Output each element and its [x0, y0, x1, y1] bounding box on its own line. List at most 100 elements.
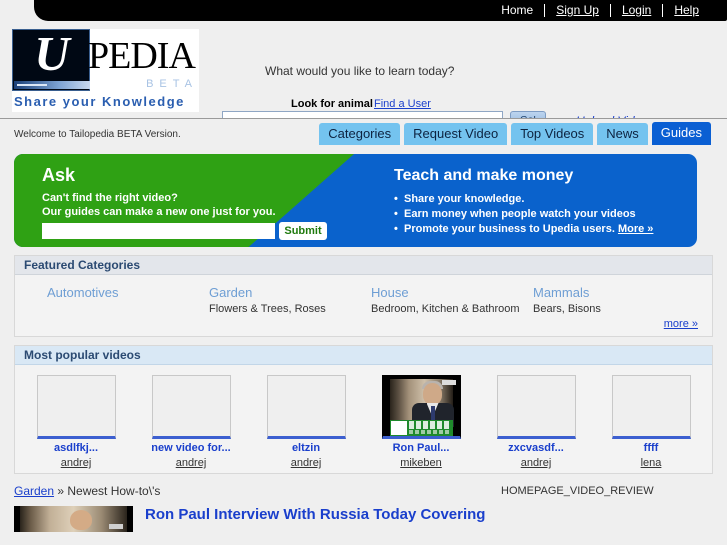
video-thumbnail[interactable] [611, 375, 691, 439]
topbar-container: Home Sign Up Login Help [0, 0, 727, 23]
video-card: Ron Paul... mikeben [371, 375, 471, 469]
featured-more-row: more » [15, 314, 712, 332]
video-title-link[interactable]: eltzin [256, 442, 356, 454]
category-link-house[interactable]: House [371, 285, 533, 300]
promo-banner: Ask Can't find the right video? Our guid… [14, 154, 713, 247]
video-thumbnail[interactable] [266, 375, 346, 439]
video-author-link[interactable]: lena [601, 457, 701, 469]
video-author-link[interactable]: andrej [141, 457, 241, 469]
video-title-link[interactable]: new video for... [141, 442, 241, 454]
featured-thumbnail-channel-bug [109, 524, 123, 529]
tab-top-videos[interactable]: Top Videos [511, 123, 594, 145]
topnav-link-home[interactable]: Home [490, 4, 546, 17]
video-card: ffff lena [601, 375, 701, 469]
featured-more-link[interactable]: more » [664, 318, 698, 330]
logo-wordmark: PEDIA [88, 35, 196, 77]
thumbnail-network-logo [390, 421, 407, 435]
topnav-link-login[interactable]: Login [611, 4, 664, 17]
site-header: U PEDIA BETA Share your Knowledge What w… [0, 23, 727, 129]
video-card: eltzin andrej [256, 375, 356, 469]
logo-player-bar-icon [14, 81, 90, 89]
tab-news[interactable]: News [597, 123, 648, 145]
topnav-link-help[interactable]: Help [663, 4, 709, 17]
logo-beta-badge: BETA [146, 78, 198, 90]
featured-thumbnail-person [70, 510, 92, 530]
tab-request-video[interactable]: Request Video [404, 123, 508, 145]
popular-videos-body: asdlfkj... andrej new video for... andre… [15, 365, 712, 473]
video-thumbnail[interactable] [151, 375, 231, 439]
category-item: Mammals Bears, Bisons [533, 285, 695, 316]
category-link-automotives[interactable]: Automotives [47, 285, 209, 300]
homepage-video-review-label: HOMEPAGE_VIDEO_REVIEW [501, 485, 654, 497]
page-content: Ask Can't find the right video? Our guid… [0, 154, 727, 532]
promo-bullet-1: Share your knowledge. [394, 192, 653, 207]
category-subs-garden: Flowers & Trees, Roses [209, 303, 326, 315]
featured-categories-heading: Featured Categories [15, 256, 712, 275]
thumbnail-ticker-line1 [408, 421, 451, 429]
video-author-link[interactable]: andrej [486, 457, 586, 469]
video-thumbnail[interactable] [36, 375, 116, 439]
popular-videos-panel: Most popular videos asdlfkj... andrej ne… [14, 345, 713, 474]
header-question: What would you like to learn today? [265, 64, 455, 78]
video-thumbnail[interactable] [381, 375, 461, 439]
video-card: zxcvasdf... andrej [486, 375, 586, 469]
featured-categories-body: Automotives Garden Flowers & Trees, Rose… [15, 275, 712, 336]
logo-letter: U [34, 29, 70, 81]
ask-question-input[interactable] [42, 223, 275, 239]
category-item: Automotives [47, 285, 209, 316]
category-link-garden[interactable]: Garden [209, 285, 371, 300]
logo-video-icon: U [12, 29, 90, 91]
promo-more-link[interactable]: More » [618, 223, 653, 235]
welcome-message: Welcome to Tailopedia BETA Version. [14, 129, 181, 140]
thumbnail-person-tie [430, 406, 435, 420]
featured-video-title-link[interactable]: Ron Paul Interview With Russia Today Cov… [145, 506, 485, 524]
video-title-link[interactable]: Ron Paul... [371, 442, 471, 454]
promo-teach-title: Teach and make money [394, 167, 574, 184]
topbar: Home Sign Up Login Help [34, 0, 727, 21]
video-card: asdlfkj... andrej [26, 375, 126, 469]
promo-bullet-2-text: Earn money when people watch your videos [404, 208, 636, 220]
topnav-link-sign-up[interactable]: Sign Up [545, 4, 611, 17]
site-logo[interactable]: U PEDIA BETA Share your Knowledge [12, 29, 199, 112]
promo-bullet-3: Promote your business to Upedia users. M… [394, 222, 653, 237]
popular-videos-list: asdlfkj... andrej new video for... andre… [15, 371, 712, 469]
category-link-mammals[interactable]: Mammals [533, 285, 695, 300]
thumbnail-letterbox [389, 376, 453, 379]
thumbnail-lower-third [389, 420, 453, 436]
video-title-link[interactable]: asdlfkj... [26, 442, 126, 454]
breadcrumb-link-garden[interactable]: Garden [14, 484, 54, 498]
topbar-links: Home Sign Up Login Help [490, 0, 709, 21]
category-item: Garden Flowers & Trees, Roses [209, 285, 371, 316]
promo-ask-line1: Can't find the right video? [42, 192, 178, 204]
nav-row: Welcome to Tailopedia BETA Version. Cate… [0, 118, 727, 150]
video-title-link[interactable]: ffff [601, 442, 701, 454]
video-thumbnail[interactable] [496, 375, 576, 439]
thumbnail-person-head [422, 383, 442, 405]
video-card: new video for... andrej [141, 375, 241, 469]
video-author-link[interactable]: andrej [26, 457, 126, 469]
promo-bullet-2: Earn money when people watch your videos [394, 207, 653, 222]
ask-submit-button[interactable]: Submit [279, 222, 327, 240]
breadcrumb-row: Garden » Newest How-to\'s HOMEPAGE_VIDEO… [14, 484, 713, 502]
search-scope-label: Look for animal [291, 98, 373, 110]
featured-video-thumbnail[interactable] [14, 506, 133, 532]
tab-categories[interactable]: Categories [319, 123, 401, 145]
promo-ask-line2: Our guides can make a new one just for y… [42, 206, 276, 218]
video-author-link[interactable]: andrej [256, 457, 356, 469]
logo-tagline: Share your Knowledge [14, 94, 185, 109]
promo-bullet-3-text: Promote your business to Upedia users. [404, 223, 615, 235]
category-item: House Bedroom, Kitchen & Bathroom [371, 285, 533, 316]
find-a-user-link[interactable]: Find a User [374, 98, 431, 110]
video-author-link[interactable]: mikeben [371, 457, 471, 469]
video-title-link[interactable]: zxcvasdf... [486, 442, 586, 454]
promo-ask-title: Ask [42, 165, 76, 185]
category-subs-house: Bedroom, Kitchen & Bathroom [371, 303, 520, 315]
featured-video-row: Ron Paul Interview With Russia Today Cov… [14, 506, 713, 532]
popular-videos-heading: Most popular videos [15, 346, 712, 365]
breadcrumb-rest: » Newest How-to\'s [54, 484, 161, 498]
tab-guides[interactable]: Guides [651, 122, 711, 145]
featured-categories-panel: Featured Categories Automotives Garden F… [14, 255, 713, 337]
thumbnail-channel-bug [441, 380, 456, 385]
thumbnail-ticker-line2 [408, 430, 451, 434]
promo-teach-bullets: Share your knowledge. Earn money when pe… [394, 192, 653, 237]
